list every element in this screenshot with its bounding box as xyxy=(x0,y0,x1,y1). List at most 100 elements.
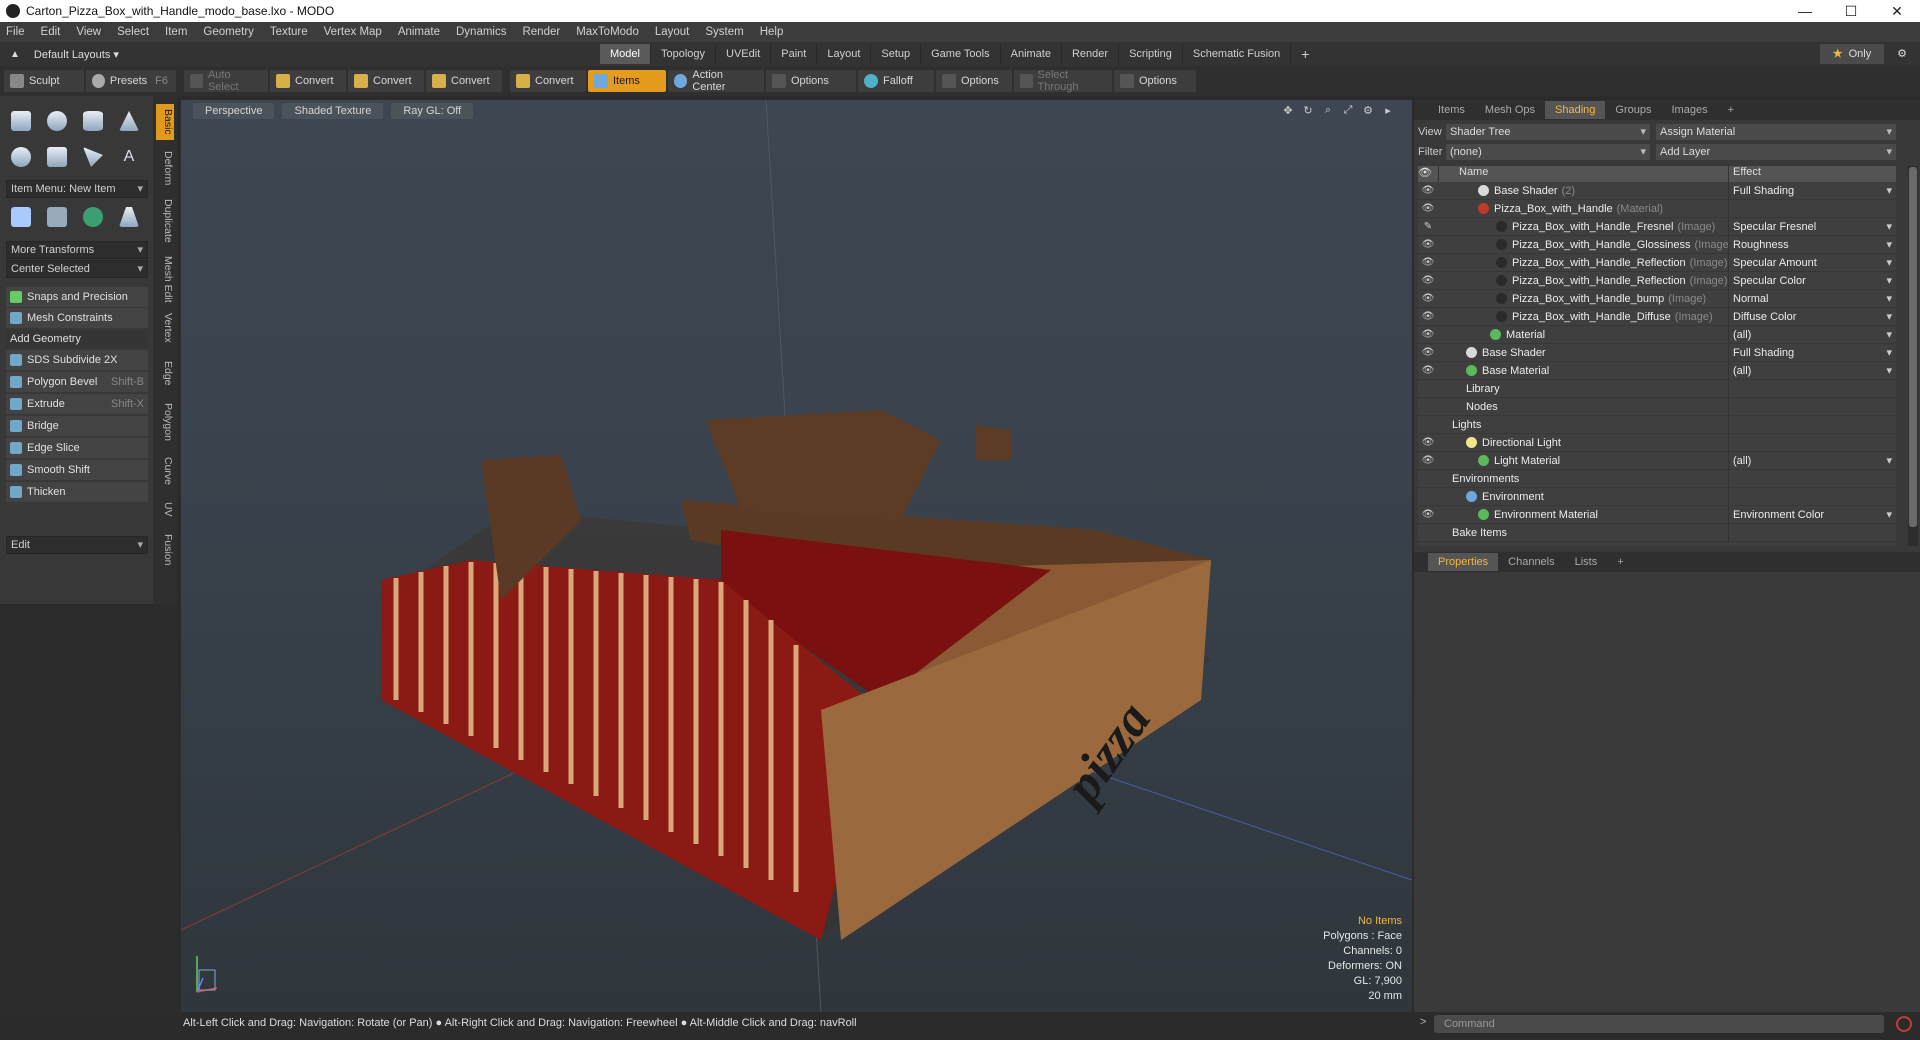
menu-item[interactable]: Item xyxy=(165,26,187,38)
tool-extrude[interactable]: Extrude Shift-X xyxy=(6,394,148,414)
sculpt-button[interactable]: Sculpt xyxy=(4,70,84,92)
shader-tree-scrollbar[interactable] xyxy=(1908,166,1918,546)
rotate-view-icon[interactable]: ↻ xyxy=(1300,104,1316,118)
menu-view[interactable]: View xyxy=(76,26,101,38)
locator-icon[interactable] xyxy=(6,202,36,232)
add-properties-tab-button[interactable]: + xyxy=(1607,553,1633,571)
vtab-edge[interactable]: Edge xyxy=(156,358,174,388)
grid-icon[interactable] xyxy=(42,202,72,232)
action-center-button[interactable]: Action Center xyxy=(668,69,764,93)
shader-tree-row[interactable]: 👁 Environment Material Environment Color xyxy=(1418,505,1896,524)
3d-viewport[interactable]: pizza Perspective Shaded Texture Ray GL:… xyxy=(181,100,1412,1012)
tab-images[interactable]: Images xyxy=(1662,101,1718,119)
layer-effect-select[interactable] xyxy=(1728,379,1896,398)
menu-layout[interactable]: Layout xyxy=(655,26,690,38)
visibility-toggle-icon[interactable]: 👁 xyxy=(1418,293,1438,304)
view-mode-button[interactable]: Perspective xyxy=(193,103,275,119)
visibility-toggle-icon[interactable]: 👁 xyxy=(1418,311,1438,322)
layer-effect-select[interactable]: Specular Color xyxy=(1728,271,1896,290)
menu-texture[interactable]: Texture xyxy=(270,26,308,38)
torus-icon[interactable] xyxy=(6,142,36,172)
add-tab-button[interactable]: + xyxy=(1291,44,1319,64)
tab-model[interactable]: Model xyxy=(600,44,651,64)
shader-tree-row[interactable]: 👁 Light Material (all) xyxy=(1418,451,1896,470)
vtab-basic[interactable]: Basic xyxy=(156,104,174,140)
visibility-toggle-icon[interactable]: 👁 xyxy=(1418,347,1438,358)
action-center-options-button[interactable]: Options xyxy=(766,70,856,92)
close-icon[interactable]: ✕ xyxy=(1874,3,1920,20)
move-view-icon[interactable]: ✥ xyxy=(1280,104,1296,118)
shader-tree-row[interactable]: Bake Items xyxy=(1418,523,1896,542)
command-input[interactable]: Command xyxy=(1434,1015,1884,1033)
menu-file[interactable]: File xyxy=(6,26,25,38)
edit-dropdown[interactable]: Edit xyxy=(6,536,148,554)
text-icon[interactable]: A xyxy=(114,142,144,172)
layer-effect-select[interactable]: (all) xyxy=(1728,325,1896,344)
tool-polygon-bevel[interactable]: Polygon Bevel Shift-B xyxy=(6,372,148,392)
items-button[interactable]: Items xyxy=(588,70,666,92)
vtab-vertex[interactable]: Vertex xyxy=(156,310,174,346)
shader-tree-row[interactable]: 👁 Pizza_Box_with_Handle_Reflection (Image)… xyxy=(1418,253,1896,272)
record-icon[interactable] xyxy=(1896,1016,1912,1032)
layer-effect-select[interactable] xyxy=(1728,487,1896,506)
shader-tree-row[interactable]: 👁 Base Shader (2) Full Shading xyxy=(1418,181,1896,200)
tool-sds-subdivide[interactable]: SDS Subdivide 2X xyxy=(6,350,148,370)
layer-effect-select[interactable]: (all) xyxy=(1728,361,1896,380)
convert-vertices-button[interactable]: Convert xyxy=(270,70,346,92)
select-through-options-button[interactable]: Options xyxy=(1114,70,1196,92)
zoom-view-icon[interactable]: ⌕ xyxy=(1320,104,1336,118)
visibility-toggle-icon[interactable]: 👁 xyxy=(1418,275,1438,286)
shader-tree-row[interactable]: 👁 Directional Light xyxy=(1418,433,1896,452)
menu-system[interactable]: System xyxy=(705,26,743,38)
add-layer-select[interactable]: Add Layer xyxy=(1656,144,1896,160)
vtab-polygon[interactable]: Polygon xyxy=(156,400,174,444)
tab-paint[interactable]: Paint xyxy=(771,44,818,64)
vtab-deform[interactable]: Deform xyxy=(156,148,174,188)
shader-tree-row[interactable]: 👁 Base Shader Full Shading xyxy=(1418,343,1896,362)
globe-icon[interactable] xyxy=(78,202,108,232)
layer-effect-select[interactable] xyxy=(1728,469,1896,488)
tab-shading[interactable]: Shading xyxy=(1545,101,1606,119)
layer-effect-select[interactable] xyxy=(1728,397,1896,416)
auto-select-button[interactable]: Auto Select xyxy=(184,69,268,93)
shader-tree-row[interactable]: 👁 Material (all) xyxy=(1418,325,1896,344)
layer-effect-select[interactable]: Normal xyxy=(1728,289,1896,308)
column-name[interactable]: Name xyxy=(1438,166,1728,182)
viewport-settings-icon[interactable]: ⚙ xyxy=(1360,104,1376,118)
visibility-toggle-icon[interactable]: 👁 xyxy=(1418,437,1438,448)
menu-dynamics[interactable]: Dynamics xyxy=(456,26,506,38)
tab-game-tools[interactable]: Game Tools xyxy=(921,44,1001,64)
home-icon[interactable]: ▲ xyxy=(10,49,20,60)
falloff-options-button[interactable]: Options xyxy=(936,70,1012,92)
mesh-constraints-button[interactable]: Mesh Constraints xyxy=(6,308,148,328)
add-geometry-header[interactable]: Add Geometry xyxy=(6,330,148,348)
shader-tree-row[interactable]: 👁Pizza_Box_with_Handle_Glossiness(Image)… xyxy=(1418,235,1896,254)
visibility-toggle-icon[interactable]: 👁 xyxy=(1418,365,1438,376)
shader-tree-row[interactable]: 👁 Pizza_Box_with_Handle (Material) xyxy=(1418,199,1896,218)
layer-effect-select[interactable]: Environment Color xyxy=(1728,505,1896,524)
shader-tree-row[interactable]: 👁 Pizza_Box_with_Handle_Reflection (Image)… xyxy=(1418,271,1896,290)
tab-groups[interactable]: Groups xyxy=(1605,101,1661,119)
shader-tree-row[interactable]: Environment xyxy=(1418,487,1896,506)
vtab-curve[interactable]: Curve xyxy=(156,454,174,488)
layer-effect-select[interactable]: Specular Amount xyxy=(1728,253,1896,272)
tab-mesh-ops[interactable]: Mesh Ops xyxy=(1475,101,1545,119)
shading-mode-button[interactable]: Shaded Texture xyxy=(282,103,384,119)
view-select[interactable]: Shader Tree xyxy=(1446,124,1650,140)
tool-smooth-shift[interactable]: Smooth Shift xyxy=(6,460,148,480)
snaps-precision-button[interactable]: Snaps and Precision xyxy=(6,287,148,307)
minimize-icon[interactable]: — xyxy=(1782,3,1828,20)
raygl-button[interactable]: Ray GL: Off xyxy=(391,103,474,119)
cube-icon[interactable] xyxy=(6,106,36,136)
layer-effect-select[interactable] xyxy=(1728,523,1896,542)
visibility-toggle-icon[interactable]: ✎ xyxy=(1418,221,1438,232)
visibility-toggle-icon[interactable]: 👁 xyxy=(1418,257,1438,268)
tool-thicken[interactable]: Thicken xyxy=(6,482,148,502)
layer-effect-select[interactable] xyxy=(1728,433,1896,452)
select-through-button[interactable]: Select Through xyxy=(1014,69,1112,93)
layer-effect-select[interactable]: Roughness xyxy=(1728,235,1896,254)
tab-topology[interactable]: Topology xyxy=(651,44,717,64)
layer-effect-select[interactable]: Full Shading xyxy=(1728,343,1896,362)
visibility-toggle-icon[interactable]: 👁 xyxy=(1418,329,1438,340)
camera-icon[interactable] xyxy=(114,202,144,232)
